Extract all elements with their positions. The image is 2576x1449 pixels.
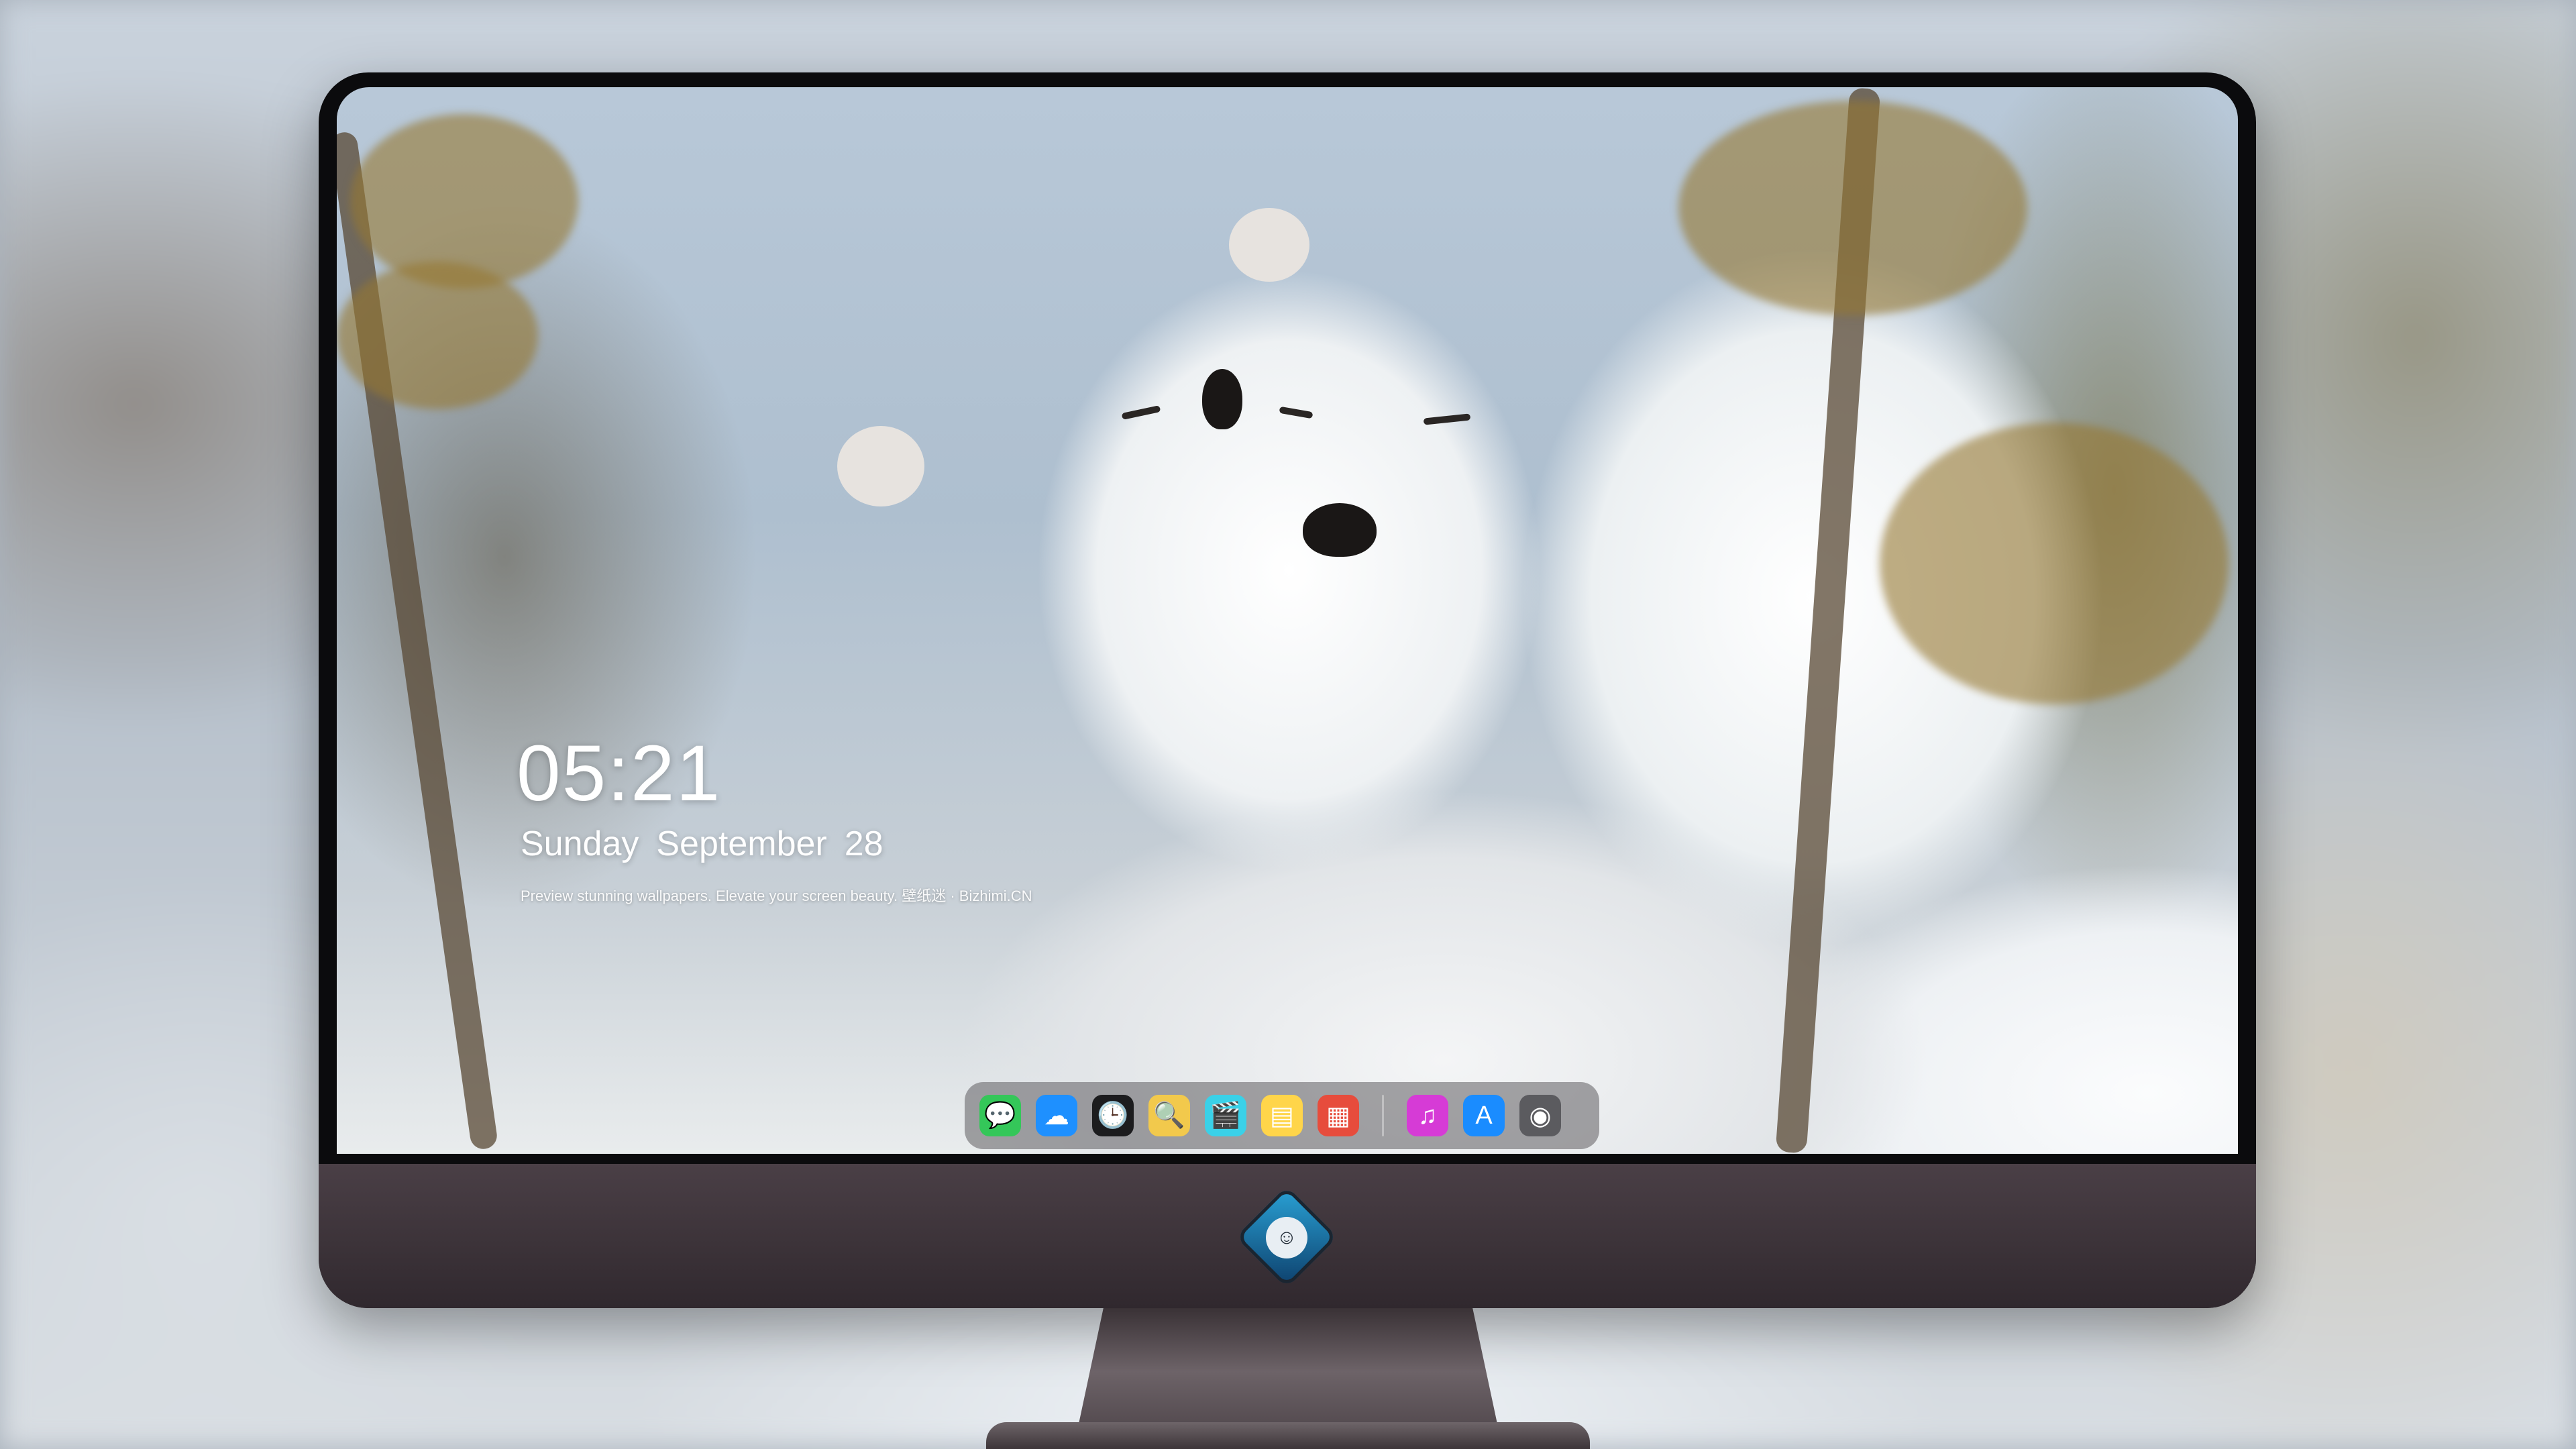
notes-icon[interactable]: ▤ (1261, 1095, 1303, 1136)
brand-logo-icon: ☺ (1266, 1217, 1307, 1258)
wallpaper-tagline: Preview stunning wallpapers. Elevate you… (521, 888, 1032, 904)
foliage-right-top (1678, 101, 2027, 315)
bear-left-nose (1202, 369, 1242, 429)
claquette-icon[interactable]: 🎬 (1205, 1095, 1246, 1136)
bear-right-eye-left (1279, 406, 1313, 419)
preview-icon[interactable]: 🔍 (1148, 1095, 1190, 1136)
clock-icon[interactable]: 🕒 (1092, 1095, 1134, 1136)
monitor-stand-base (986, 1422, 1590, 1449)
dock-separator (1382, 1095, 1384, 1136)
app-store-icon[interactable]: A (1463, 1095, 1505, 1136)
bear-right-eye-right (1423, 413, 1471, 425)
bear-left-ear (837, 426, 924, 506)
dock: 💬 ☁ 🕒 🔍 🎬 ▤ ▦ ♫ A ◉ (965, 1082, 1599, 1149)
wallpaper-screen (337, 87, 2238, 1154)
date-weekday: Sunday (521, 824, 639, 863)
foliage-left-top (350, 114, 578, 288)
messages-icon[interactable]: 💬 (979, 1095, 1021, 1136)
foliage-right-mid (1880, 423, 2229, 704)
lockscreen-time: 05:21 (517, 729, 722, 818)
music-icon[interactable]: ♫ (1407, 1095, 1448, 1136)
lockscreen-date: Sunday September 28 (521, 824, 901, 864)
bear-right-nose (1303, 503, 1377, 557)
photo-booth-icon[interactable]: ▦ (1318, 1095, 1359, 1136)
date-day: 28 (844, 824, 883, 863)
date-month: September (656, 824, 827, 863)
foliage-left-mid (337, 262, 538, 409)
weather-icon[interactable]: ☁ (1036, 1095, 1077, 1136)
bear-right-ear (1229, 208, 1309, 282)
screenshot-icon[interactable]: ◉ (1519, 1095, 1561, 1136)
bear-left-eye (1121, 405, 1161, 420)
